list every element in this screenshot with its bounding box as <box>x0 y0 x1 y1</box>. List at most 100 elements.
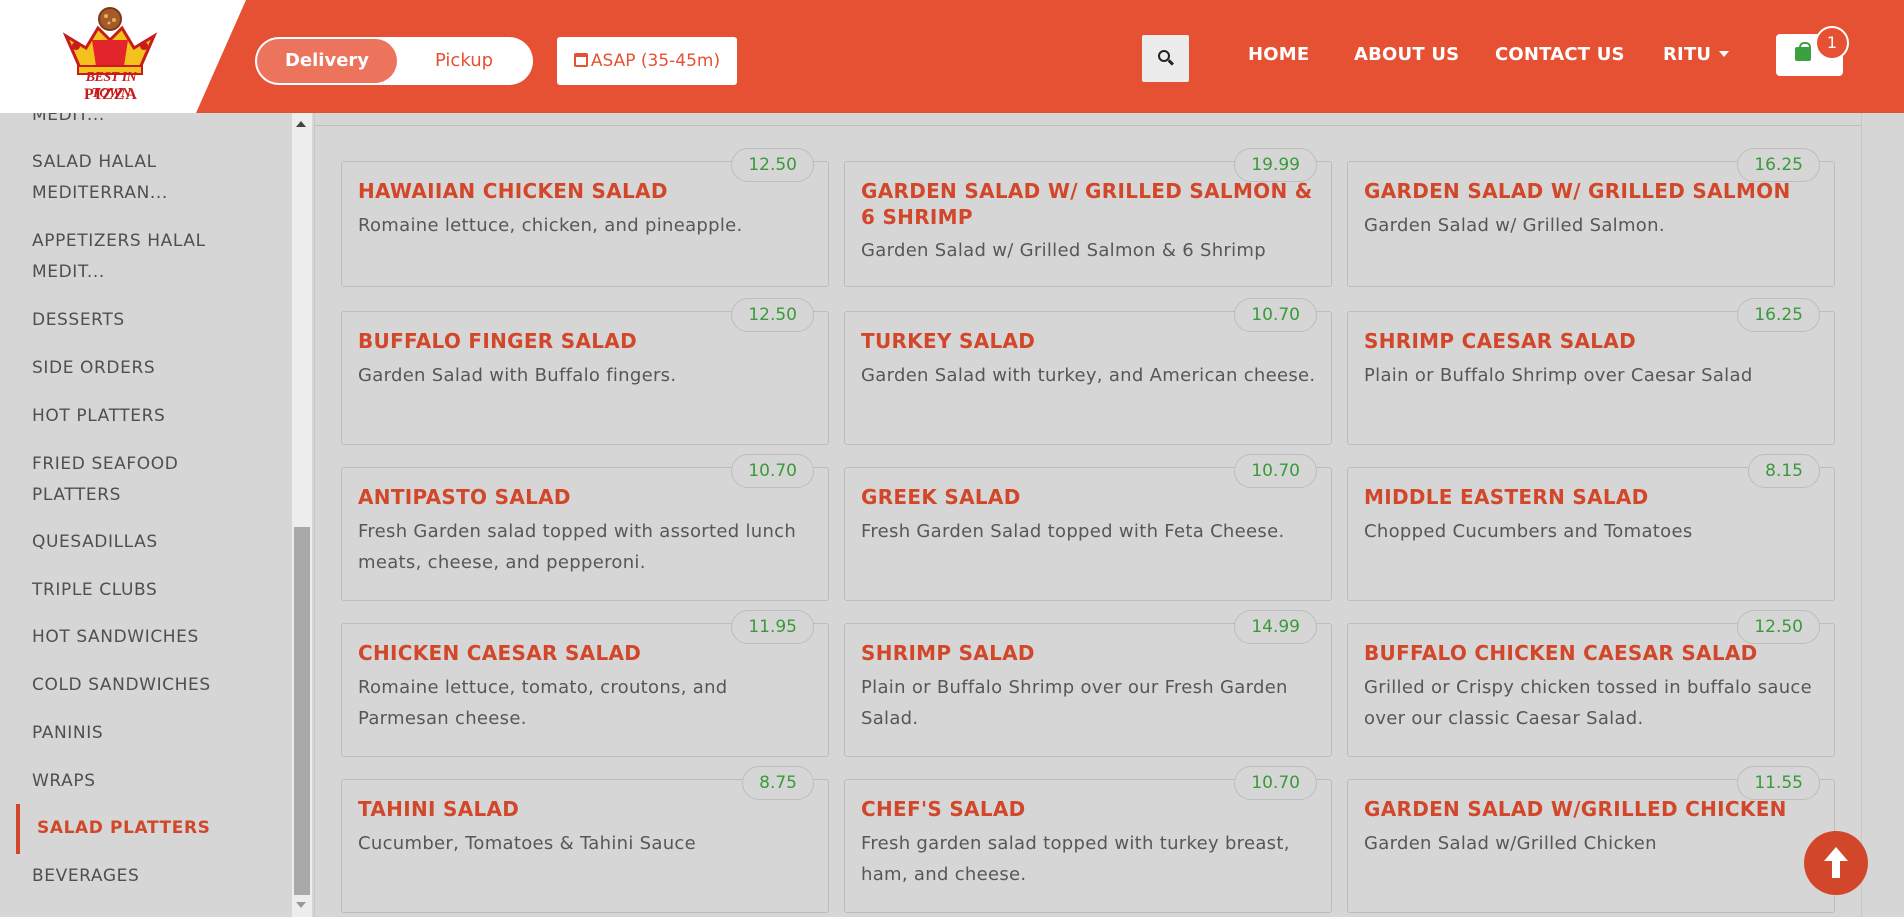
header-bar: BEST IN TOWN PIZZA Delivery Pickup ASAP … <box>0 0 1904 113</box>
menu-item-card[interactable]: 16.25 SHRIMP CAESAR SALAD Plain or Buffa… <box>1347 298 1835 445</box>
active-indicator <box>16 804 20 854</box>
menu-item-card[interactable]: 19.99 GARDEN SALAD W/ GRILLED SALMON & 6… <box>844 148 1332 287</box>
price-badge: 12.50 <box>731 148 814 182</box>
sidebar-item[interactable]: MEDIT... <box>32 113 272 131</box>
sidebar-item[interactable]: SALAD HALAL MEDITERRAN... <box>32 147 272 209</box>
menu-item-desc: Fresh Garden salad topped with assorted … <box>358 521 797 573</box>
price-badge: 10.70 <box>1234 766 1317 800</box>
menu-item-title: SHRIMP SALAD <box>861 641 1035 665</box>
pickup-option[interactable]: Pickup <box>397 39 531 83</box>
sidebar-item[interactable]: QUESADILLAS <box>32 527 272 558</box>
menu-item-card[interactable]: 10.70 CHEF'S SALAD Fresh garden salad to… <box>844 766 1332 913</box>
sidebar-item[interactable]: DESSERTS <box>32 305 272 336</box>
sidebar-item-active[interactable]: SALAD PLATTERS <box>37 813 277 844</box>
menu-item-title: GREEK SALAD <box>861 485 1021 509</box>
sidebar-item[interactable]: BEVERAGES <box>32 861 272 892</box>
price-badge: 10.70 <box>1234 298 1317 332</box>
sidebar-item[interactable]: PANINIS <box>32 718 272 749</box>
menu-item-card[interactable]: 12.50 HAWAIIAN CHICKEN SALAD Romaine let… <box>341 148 829 287</box>
chevron-down-icon <box>1719 51 1730 57</box>
user-name: RITU <box>1663 44 1712 65</box>
menu-item-title: ANTIPASTO SALAD <box>358 485 571 509</box>
menu-item-card[interactable]: 12.50 BUFFALO CHICKEN CAESAR SALAD Grill… <box>1347 610 1835 757</box>
cart-icon <box>1795 42 1811 61</box>
menu-item-card[interactable]: 11.95 CHICKEN CAESAR SALAD Romaine lettu… <box>341 610 829 757</box>
menu-item-desc: Plain or Buffalo Shrimp over Caesar Sala… <box>1364 365 1753 386</box>
price-badge: 16.25 <box>1737 298 1820 332</box>
price-badge: 12.50 <box>1737 610 1820 644</box>
sidebar-item[interactable]: FRIED SEAFOOD PLATTERS <box>32 449 272 511</box>
cart-count-badge: 1 <box>1815 26 1849 60</box>
price-badge: 10.70 <box>731 454 814 488</box>
logo-text-line2: PIZZA <box>84 86 138 103</box>
sidebar-item[interactable]: HOT PLATTERS <box>32 401 272 432</box>
menu-item-desc: Garden Salad with turkey, and American c… <box>861 365 1316 386</box>
sidebar-item[interactable]: TRIPLE CLUBS <box>32 575 272 606</box>
menu-item-desc: Cucumber, Tomatoes & Tahini Sauce <box>358 833 696 854</box>
menu-item-desc: Romaine lettuce, chicken, and pineapple. <box>358 215 743 236</box>
time-label: ASAP (35-45m) <box>590 51 721 71</box>
price-badge: 8.15 <box>1748 454 1820 488</box>
menu-item-desc: Grilled or Crispy chicken tossed in buff… <box>1364 677 1812 729</box>
sidebar-item[interactable]: SIDE ORDERS <box>32 353 272 384</box>
scroll-up-icon[interactable] <box>296 121 306 127</box>
menu-item-desc: Chopped Cucumbers and Tomatoes <box>1364 521 1693 542</box>
category-sidebar: MEDIT... SALAD HALAL MEDITERRAN... APPET… <box>0 113 292 917</box>
scroll-to-top-button[interactable] <box>1804 831 1868 895</box>
search-button[interactable] <box>1142 35 1189 82</box>
divider <box>314 125 1862 126</box>
price-badge: 12.50 <box>731 298 814 332</box>
sidebar-item[interactable]: HOT SANDWICHES <box>32 622 272 653</box>
price-badge: 11.95 <box>731 610 814 644</box>
menu-item-desc: Garden Salad w/ Grilled Salmon & 6 Shrim… <box>861 240 1266 261</box>
menu-item-title: SHRIMP CAESAR SALAD <box>1364 329 1636 353</box>
user-menu[interactable]: RITU <box>1663 44 1730 65</box>
menu-item-card[interactable]: 10.70 TURKEY SALAD Garden Salad with tur… <box>844 298 1332 445</box>
menu-item-card[interactable]: 14.99 SHRIMP SALAD Plain or Buffalo Shri… <box>844 610 1332 757</box>
calendar-icon <box>573 53 588 67</box>
scroll-down-icon[interactable] <box>296 902 306 908</box>
menu-item-title: TAHINI SALAD <box>358 797 520 821</box>
menu-item-title: BUFFALO CHICKEN CAESAR SALAD <box>1364 641 1758 665</box>
menu-item-card[interactable]: 8.75 TAHINI SALAD Cucumber, Tomatoes & T… <box>341 766 829 913</box>
price-badge: 16.25 <box>1737 148 1820 182</box>
price-badge: 8.75 <box>742 766 814 800</box>
menu-item-title: TURKEY SALAD <box>861 329 1036 353</box>
logo-area[interactable]: BEST IN TOWN PIZZA <box>0 0 246 113</box>
sidebar-item[interactable]: COLD SANDWICHES <box>32 670 272 701</box>
menu-item-card[interactable]: 11.55 GARDEN SALAD W/GRILLED CHICKEN Gar… <box>1347 766 1835 913</box>
menu-item-title: CHICKEN CAESAR SALAD <box>358 641 642 665</box>
menu-item-title: BUFFALO FINGER SALAD <box>358 329 637 353</box>
order-mode-toggle[interactable]: Delivery Pickup <box>255 37 533 85</box>
menu-item-desc: Romaine lettuce, tomato, croutons, and P… <box>358 677 728 729</box>
menu-item-desc: Plain or Buffalo Shrimp over our Fresh G… <box>861 677 1288 729</box>
menu-item-card[interactable]: 16.25 GARDEN SALAD W/ GRILLED SALMON Gar… <box>1347 148 1835 287</box>
menu-item-title: CHEF'S SALAD <box>861 797 1026 821</box>
nav-home[interactable]: HOME <box>1248 44 1309 65</box>
menu-item-title: GARDEN SALAD W/ GRILLED SALMON <box>1364 179 1791 203</box>
price-badge: 11.55 <box>1737 766 1820 800</box>
sidebar-item[interactable]: WRAPS <box>32 766 272 797</box>
menu-item-card[interactable]: 10.70 GREEK SALAD Fresh Garden Salad top… <box>844 454 1332 601</box>
nav-about[interactable]: ABOUT US <box>1354 44 1459 65</box>
time-select-button[interactable]: ASAP (35-45m) <box>557 37 737 85</box>
menu-item-card[interactable]: 10.70 ANTIPASTO SALAD Fresh Garden salad… <box>341 454 829 601</box>
menu-item-title: MIDDLE EASTERN SALAD <box>1364 485 1649 509</box>
arrow-up-icon <box>1824 847 1848 861</box>
nav-contact[interactable]: CONTACT US <box>1495 44 1625 65</box>
menu-item-title: HAWAIIAN CHICKEN SALAD <box>358 179 668 203</box>
sidebar-item[interactable]: APPETIZERS HALAL MEDIT... <box>32 226 272 288</box>
menu-item-desc: Garden Salad with Buffalo fingers. <box>358 365 677 386</box>
menu-item-desc: Garden Salad w/ Grilled Salmon. <box>1364 215 1665 236</box>
price-badge: 10.70 <box>1234 454 1317 488</box>
price-badge: 14.99 <box>1234 610 1317 644</box>
menu-item-desc: Fresh garden salad topped with turkey br… <box>861 833 1290 885</box>
menu-item-card[interactable]: 8.15 MIDDLE EASTERN SALAD Chopped Cucumb… <box>1347 454 1835 601</box>
menu-content: 12.50 HAWAIIAN CHICKEN SALAD Romaine let… <box>314 113 1866 917</box>
scrollbar-thumb[interactable] <box>294 527 310 895</box>
menu-item-card[interactable]: 12.50 BUFFALO FINGER SALAD Garden Salad … <box>341 298 829 445</box>
menu-item-desc: Garden Salad w/Grilled Chicken <box>1364 833 1657 854</box>
delivery-option[interactable]: Delivery <box>257 39 397 83</box>
menu-item-desc: Fresh Garden Salad topped with Feta Chee… <box>861 521 1285 542</box>
menu-item-title: GARDEN SALAD W/GRILLED CHICKEN <box>1364 797 1787 821</box>
